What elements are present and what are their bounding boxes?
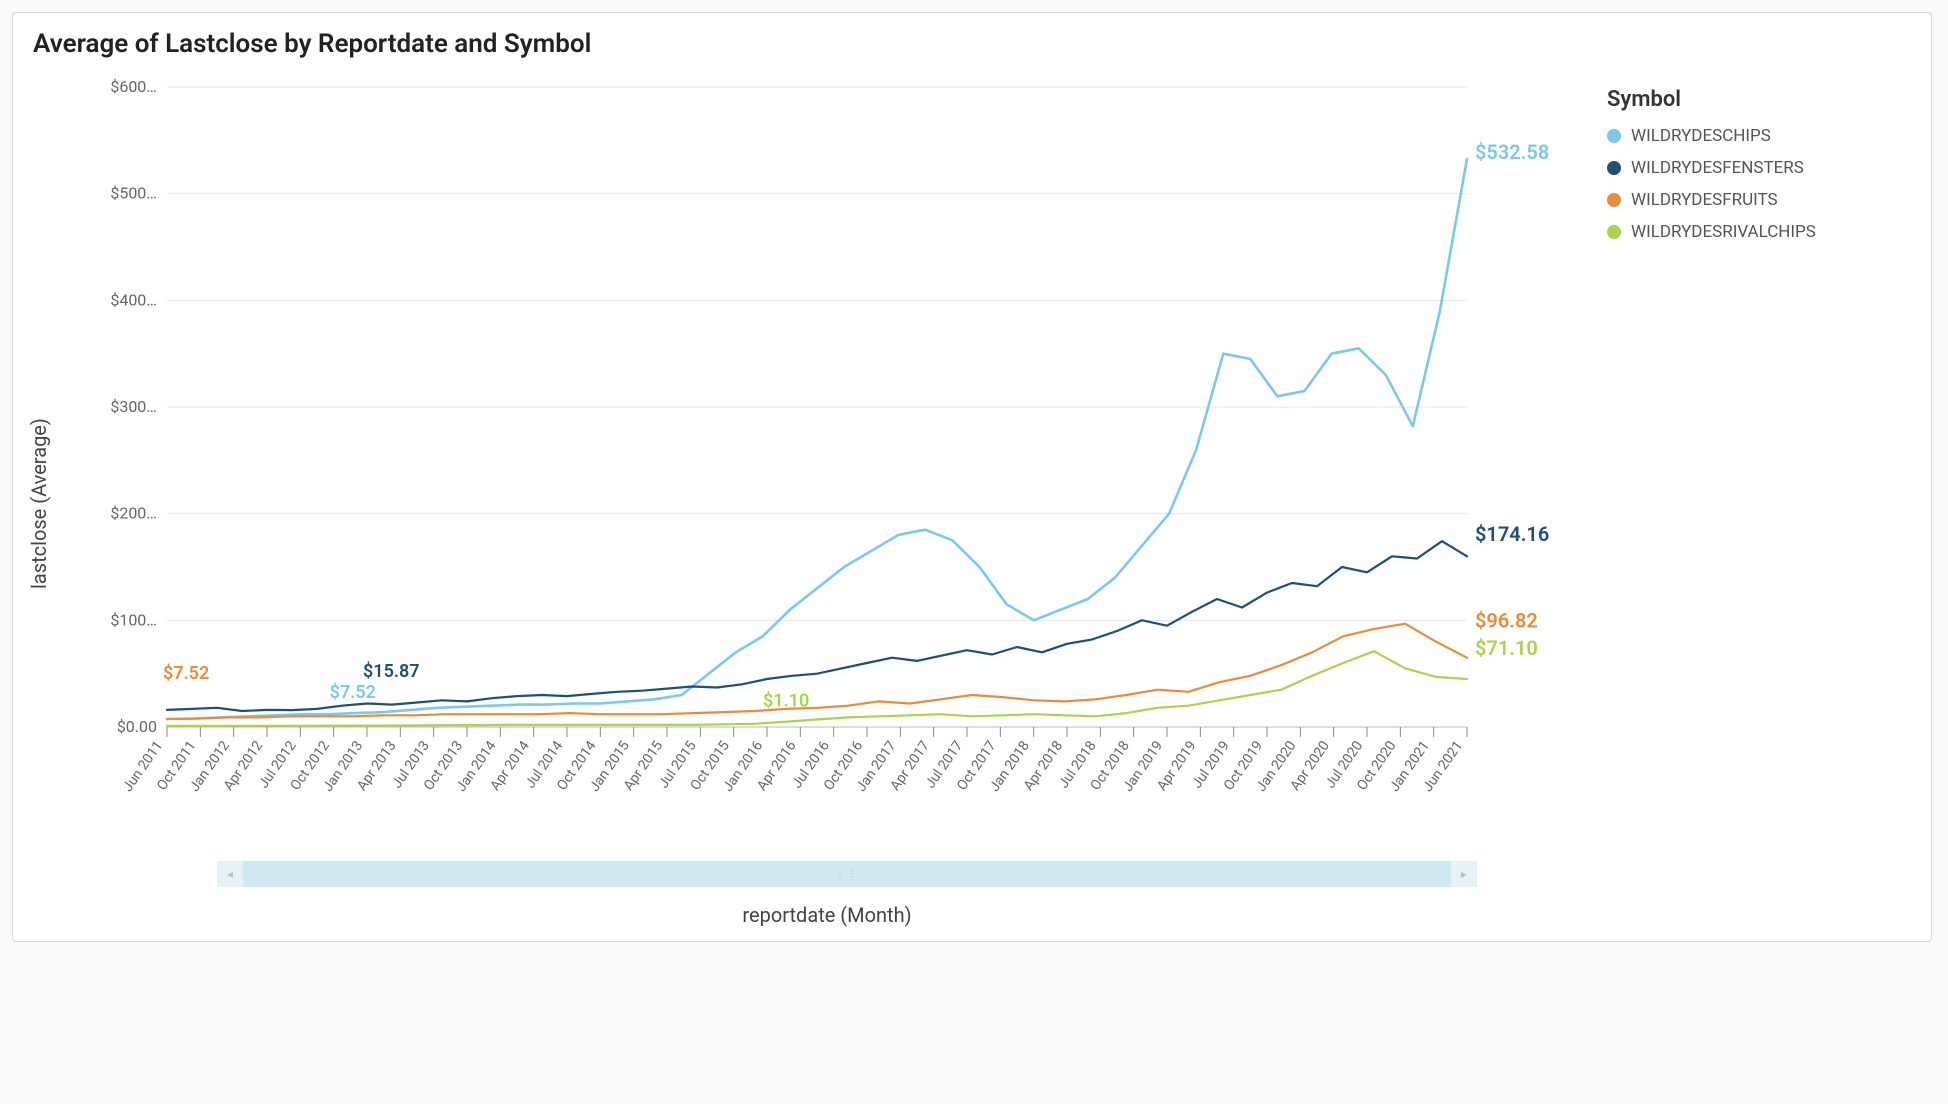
data-label: $7.52 bbox=[163, 663, 209, 684]
y-axis-title: lastclose (Average) bbox=[21, 304, 57, 704]
plot-column: lastclose (Average) $0.00 $100… $200… $300…… bbox=[13, 67, 1597, 941]
x-axis-title: reportdate (Month) bbox=[57, 897, 1597, 941]
legend-title: Symbol bbox=[1607, 87, 1887, 112]
x-range-scroll-grip[interactable]: ⋮⋮ bbox=[835, 869, 859, 880]
x-range-scroll-area: ◂ ⋮⋮ ▸ bbox=[57, 857, 1597, 897]
legend-swatch-icon bbox=[1607, 161, 1621, 175]
data-label: $1.10 bbox=[763, 691, 809, 712]
legend-label: WILDRYDESFENSTERS bbox=[1631, 158, 1804, 178]
y-axis-tick-label: $400… bbox=[110, 290, 157, 309]
data-label: $532.58 bbox=[1475, 140, 1549, 164]
legend-label: WILDRYDESRIVALCHIPS bbox=[1631, 222, 1816, 242]
data-label: $15.87 bbox=[363, 661, 420, 682]
data-label: $71.10 bbox=[1475, 636, 1538, 660]
x-range-scroll-right[interactable]: ▸ bbox=[1451, 861, 1477, 887]
chart-title: Average of Lastclose by Reportdate and S… bbox=[13, 13, 1931, 67]
y-axis-tick-label: $500… bbox=[110, 184, 157, 203]
plot-and-x: $0.00$100…$200…$300…$400…$500…$600…Jun 2… bbox=[57, 67, 1597, 941]
legend-label: WILDRYDESCHIPS bbox=[1631, 126, 1771, 146]
data-label: $174.16 bbox=[1475, 522, 1549, 546]
legend: Symbol WILDRYDESCHIPS WILDRYDESFENSTERS WI… bbox=[1597, 67, 1887, 254]
legend-label: WILDRYDESFRUITS bbox=[1631, 190, 1778, 210]
x-range-scroll-left[interactable]: ◂ bbox=[217, 861, 243, 887]
chart-card: Average of Lastclose by Reportdate and S… bbox=[12, 12, 1932, 942]
legend-item-wildrydesrivalchips[interactable]: WILDRYDESRIVALCHIPS bbox=[1607, 222, 1887, 242]
legend-swatch-icon bbox=[1607, 129, 1621, 143]
x-range-scroll-track[interactable]: ◂ ⋮⋮ ▸ bbox=[217, 861, 1477, 887]
y-axis-tick-label: $200… bbox=[110, 504, 157, 523]
y-axis-tick-label: $0.00 bbox=[117, 717, 157, 736]
chart-body: lastclose (Average) $0.00 $100… $200… $300…… bbox=[13, 67, 1931, 941]
series-line-wildrydeschips[interactable] bbox=[167, 159, 1467, 719]
legend-swatch-icon bbox=[1607, 193, 1621, 207]
legend-item-wildrydesfensters[interactable]: WILDRYDESFENSTERS bbox=[1607, 158, 1887, 178]
legend-swatch-icon bbox=[1607, 225, 1621, 239]
legend-item-wildrydesfruits[interactable]: WILDRYDESFRUITS bbox=[1607, 190, 1887, 210]
line-chart[interactable]: $0.00$100…$200…$300…$400…$500…$600…Jun 2… bbox=[57, 67, 1597, 857]
data-label: $7.52 bbox=[330, 682, 376, 703]
y-axis-tick-label: $300… bbox=[110, 397, 157, 416]
y-axis-tick-label: $100… bbox=[110, 610, 157, 629]
legend-item-wildrydeschips[interactable]: WILDRYDESCHIPS bbox=[1607, 126, 1887, 146]
y-axis-tick-label: $600… bbox=[110, 77, 157, 96]
data-label: $96.82 bbox=[1475, 609, 1538, 633]
